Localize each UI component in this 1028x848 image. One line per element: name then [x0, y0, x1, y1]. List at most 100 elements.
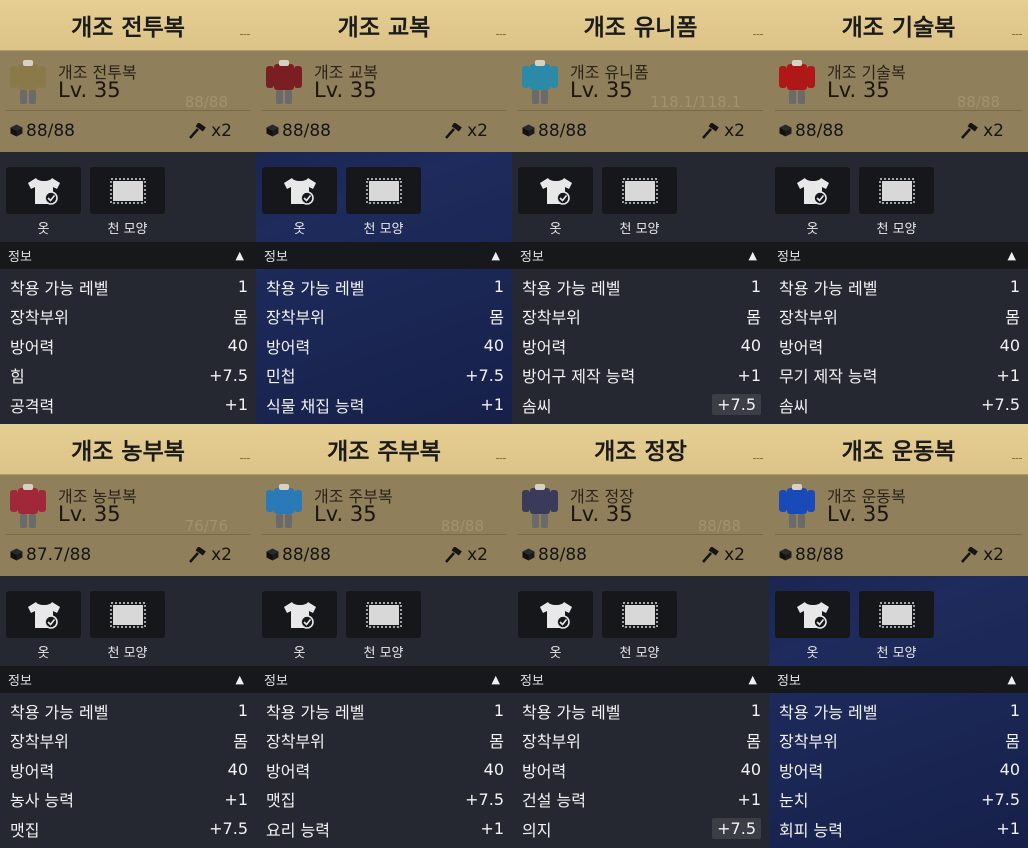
repair-count: x2: [983, 545, 1004, 565]
fabric-pattern-button[interactable]: [859, 167, 934, 214]
stat-value: 40: [227, 336, 248, 356]
cloth-dye-label: 옷: [293, 646, 306, 661]
info-section-header[interactable]: 정보 ▲: [0, 666, 256, 693]
stat-value: 1: [750, 277, 761, 297]
cloth-dye-button[interactable]: [775, 591, 850, 638]
fabric-pattern-label: 천 모양: [619, 646, 660, 661]
stat-value: 40: [483, 336, 504, 356]
stat-value: +7.5: [981, 395, 1020, 415]
repair-hammer-icon: [702, 547, 719, 563]
stat-row: 장착부위 몸: [512, 302, 769, 332]
collapse-arrow-icon[interactable]: ▲: [749, 673, 757, 686]
fabric-pattern-icon: [878, 601, 915, 628]
item-title-bar: 개조 운동복: [769, 424, 1028, 475]
cloth-dye-button[interactable]: [6, 167, 81, 214]
stat-value: 40: [227, 760, 248, 780]
collapse-arrow-icon[interactable]: ▲: [236, 249, 244, 262]
stat-label: 착용 가능 레벨: [522, 278, 621, 298]
cloth-dye-button[interactable]: [6, 591, 81, 638]
shirt-check-icon: [796, 601, 829, 629]
stat-row: 방어력 40: [256, 331, 512, 361]
item-tooltip-card-2: 개조 교복 개조 교복 Lv. 35 88/88 x2 옷 천 모양 정보 ▲ …: [256, 0, 512, 424]
item-title-bar: 개조 기술복: [769, 0, 1028, 51]
cloth-dye-button[interactable]: [262, 591, 337, 638]
durability-value: 88/88: [282, 121, 331, 141]
info-section-header[interactable]: 정보 ▲: [256, 666, 512, 693]
cloth-dye-button[interactable]: [518, 167, 593, 214]
stat-label: 솜씨: [522, 396, 552, 416]
fabric-pattern-icon: [621, 601, 658, 628]
cloth-dye-button[interactable]: [518, 591, 593, 638]
shirt-check-icon: [27, 177, 60, 205]
stat-label: 회피 능력: [779, 820, 843, 840]
fabric-pattern-button[interactable]: [602, 167, 677, 214]
cloth-dye-label: 옷: [549, 222, 562, 237]
collapse-arrow-icon[interactable]: ▲: [1008, 249, 1016, 262]
fabric-pattern-button[interactable]: [859, 591, 934, 638]
fabric-pattern-button[interactable]: [346, 591, 421, 638]
stat-list: 착용 가능 레벨 1 장착부위 몸 방어력 40 방어구 제작 능력 +1 솜씨 +7.5: [512, 272, 769, 420]
fabric-pattern-button[interactable]: [602, 591, 677, 638]
cloth-dye-label: 옷: [293, 222, 306, 237]
cloth-dye-label: 옷: [37, 646, 50, 661]
stat-value: 몸: [489, 732, 504, 752]
info-section-header[interactable]: 정보 ▲: [769, 666, 1028, 693]
item-level: Lv. 35: [827, 502, 890, 526]
info-section-header[interactable]: 정보 ▲: [0, 242, 256, 269]
collapse-arrow-icon[interactable]: ▲: [749, 249, 757, 262]
stat-list: 착용 가능 레벨 1 장착부위 몸 방어력 40 농사 능력 +1 맷집 +7.5: [0, 696, 256, 844]
stat-row: 장착부위 몸: [512, 726, 769, 756]
stat-value: 40: [740, 336, 761, 356]
stat-label: 맷집: [266, 791, 296, 811]
item-level: Lv. 35: [570, 502, 633, 526]
info-section-header[interactable]: 정보 ▲: [769, 242, 1028, 269]
stat-label: 눈치: [779, 791, 809, 811]
stat-value: 몸: [746, 732, 761, 752]
fabric-pattern-button[interactable]: [90, 167, 165, 214]
stat-value: +1: [480, 395, 504, 415]
fabric-pattern-label: 천 모양: [876, 222, 917, 237]
stat-label: 장착부위: [522, 732, 581, 752]
stat-list: 착용 가능 레벨 1 장착부위 몸 방어력 40 눈치 +7.5 회피 능력 +1: [769, 696, 1028, 844]
info-section-title: 정보: [8, 674, 32, 689]
stat-value: 40: [740, 760, 761, 780]
stat-value: 40: [999, 336, 1020, 356]
stat-value: +1: [996, 819, 1020, 839]
fabric-pattern-button[interactable]: [346, 167, 421, 214]
repair-count: x2: [724, 121, 745, 141]
stat-row: 착용 가능 레벨 1: [512, 272, 769, 302]
durability-cube-icon: [266, 124, 279, 137]
stat-label: 방어력: [266, 761, 311, 781]
fabric-pattern-button[interactable]: [90, 591, 165, 638]
stat-row: 맷집 +7.5: [256, 785, 512, 815]
info-section-header[interactable]: 정보 ▲: [256, 242, 512, 269]
info-section-header[interactable]: 정보 ▲: [512, 242, 769, 269]
stat-label: 장착부위: [522, 308, 581, 328]
info-section-header[interactable]: 정보 ▲: [512, 666, 769, 693]
stat-value: 1: [750, 701, 761, 721]
cloth-dye-button[interactable]: [775, 167, 850, 214]
stat-value: +7.5: [981, 789, 1020, 809]
collapse-arrow-icon[interactable]: ▲: [236, 673, 244, 686]
stat-label: 착용 가능 레벨: [266, 278, 365, 298]
stat-value: +7.5: [209, 819, 248, 839]
stat-value: 1: [493, 701, 504, 721]
fabric-pattern-label: 천 모양: [107, 646, 148, 661]
item-tooltip-grid: 개조 전투복 개조 전투복 Lv. 35 88/88 88/88 x2 옷 천 …: [0, 0, 1028, 848]
fabric-pattern-icon: [365, 177, 402, 204]
repair-count: x2: [724, 545, 745, 565]
dye-tool-row: 옷 천 모양: [256, 584, 512, 661]
shirt-check-icon: [283, 177, 316, 205]
cloth-dye-button[interactable]: [262, 167, 337, 214]
collapse-arrow-icon[interactable]: ▲: [492, 673, 500, 686]
stat-label: 방어구 제작 능력: [522, 367, 636, 387]
item-summary: 개조 주부복 Lv. 35 88/88 88/88 x2: [256, 475, 512, 576]
collapse-arrow-icon[interactable]: ▲: [492, 249, 500, 262]
durability-cube-icon: [10, 548, 23, 561]
stat-label: 공격력: [10, 396, 55, 416]
repair-hammer-icon: [189, 123, 206, 139]
collapse-arrow-icon[interactable]: ▲: [1008, 673, 1016, 686]
fabric-pattern-label: 천 모양: [363, 646, 404, 661]
stat-list: 착용 가능 레벨 1 장착부위 몸 방어력 40 민첩 +7.5 식물 채집 능력 +1: [256, 272, 512, 420]
cloth-dye-label: 옷: [806, 222, 819, 237]
